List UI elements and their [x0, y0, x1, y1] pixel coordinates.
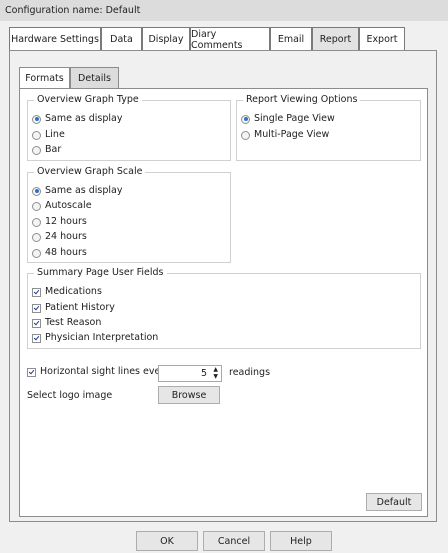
- checkbox-indicator: [27, 367, 36, 377]
- tab-export[interactable]: Export: [359, 27, 405, 51]
- tab-diary-comments[interactable]: Diary Comments: [190, 27, 270, 51]
- option-label: Patient History: [45, 302, 115, 313]
- radio-line[interactable]: Line: [32, 129, 65, 141]
- radio-indicator: [32, 201, 41, 211]
- option-label: Physician Interpretation: [45, 332, 159, 343]
- select-logo-label: Select logo image: [27, 390, 113, 401]
- tab-hardware-settings[interactable]: Hardware Settings: [9, 27, 101, 51]
- radio-scale-same-as-display[interactable]: Same as display: [32, 185, 123, 197]
- radio-indicator: [32, 130, 41, 140]
- group-title: Summary Page User Fields: [34, 267, 167, 279]
- tab-data[interactable]: Data: [101, 27, 142, 51]
- option-label: Bar: [45, 144, 62, 155]
- config-name-label: Configuration name: Default: [5, 5, 141, 16]
- default-button[interactable]: Default: [366, 493, 422, 511]
- checkbox-medications[interactable]: Medications: [32, 286, 102, 298]
- tab-label: Diary Comments: [191, 28, 243, 51]
- tab-label: Formats: [25, 73, 64, 84]
- tab-label: Display: [148, 34, 184, 45]
- ok-button[interactable]: OK: [136, 531, 198, 551]
- radio-indicator: [32, 217, 41, 227]
- group-title: Overview Graph Scale: [34, 166, 146, 178]
- option-label: 24 hours: [45, 231, 87, 242]
- group-title: Overview Graph Type: [34, 94, 142, 106]
- checkbox-indicator: [32, 318, 41, 328]
- checkbox-indicator: [32, 333, 41, 343]
- button-label: Browse: [171, 389, 207, 401]
- help-button[interactable]: Help: [270, 531, 332, 551]
- tab-label: Email: [277, 34, 305, 45]
- checkbox-indicator: [32, 287, 41, 297]
- tab-label: Export: [366, 34, 398, 45]
- option-label: Same as display: [45, 185, 123, 196]
- tab-label: Details: [78, 73, 111, 84]
- readings-label: readings: [229, 367, 271, 378]
- option-label: Line: [45, 129, 65, 140]
- radio-24-hours[interactable]: 24 hours: [32, 231, 87, 243]
- checkbox-test-reason[interactable]: Test Reason: [32, 317, 101, 329]
- option-label: Test Reason: [45, 317, 102, 328]
- sight-lines-stepper[interactable]: 5 ▲ ▼: [158, 365, 222, 382]
- browse-button[interactable]: Browse: [158, 386, 220, 404]
- radio-48-hours[interactable]: 48 hours: [32, 247, 87, 259]
- radio-indicator: [32, 232, 41, 242]
- option-label: Medications: [45, 286, 102, 297]
- option-label: Horizontal sight lines every: [40, 366, 170, 377]
- button-label: Default: [376, 496, 412, 508]
- radio-single-page-view[interactable]: Single Page View: [241, 113, 335, 125]
- radio-same-as-display[interactable]: Same as display: [32, 113, 123, 125]
- tab-label: Hardware Settings: [11, 34, 99, 45]
- tab-label: Report: [319, 34, 352, 45]
- chevron-down-icon[interactable]: ▼: [213, 374, 218, 380]
- radio-indicator: [32, 248, 41, 258]
- radio-indicator: [32, 114, 41, 124]
- option-label: Autoscale: [45, 200, 92, 211]
- tab-email[interactable]: Email: [270, 27, 312, 51]
- option-label: Single Page View: [254, 113, 335, 124]
- group-title: Report Viewing Options: [243, 94, 361, 106]
- tab-report[interactable]: Report: [312, 27, 359, 51]
- cancel-button[interactable]: Cancel: [203, 531, 265, 551]
- radio-indicator: [32, 186, 41, 196]
- radio-indicator: [241, 130, 250, 140]
- radio-autoscale[interactable]: Autoscale: [32, 200, 92, 212]
- tab-label: Data: [110, 34, 133, 45]
- tab-formats[interactable]: Formats: [19, 67, 70, 89]
- radio-multi-page-view[interactable]: Multi-Page View: [241, 129, 329, 141]
- button-label: Help: [290, 535, 312, 547]
- radio-bar[interactable]: Bar: [32, 144, 61, 156]
- checkbox-horizontal-sight-lines[interactable]: Horizontal sight lines every: [27, 366, 170, 378]
- option-label: 12 hours: [45, 216, 87, 227]
- radio-12-hours[interactable]: 12 hours: [32, 216, 87, 228]
- tab-display[interactable]: Display: [142, 27, 190, 51]
- option-label: Multi-Page View: [254, 129, 330, 140]
- button-label: OK: [160, 535, 174, 547]
- checkbox-physician-interpretation[interactable]: Physician Interpretation: [32, 332, 158, 344]
- button-label: Cancel: [217, 535, 251, 547]
- option-label: 48 hours: [45, 247, 87, 258]
- radio-indicator: [241, 114, 250, 124]
- sight-lines-value: 5: [200, 368, 207, 379]
- checkbox-indicator: [32, 303, 41, 313]
- checkbox-patient-history[interactable]: Patient History: [32, 302, 115, 314]
- tab-details[interactable]: Details: [70, 67, 119, 89]
- radio-indicator: [32, 145, 41, 155]
- option-label: Same as display: [45, 113, 123, 124]
